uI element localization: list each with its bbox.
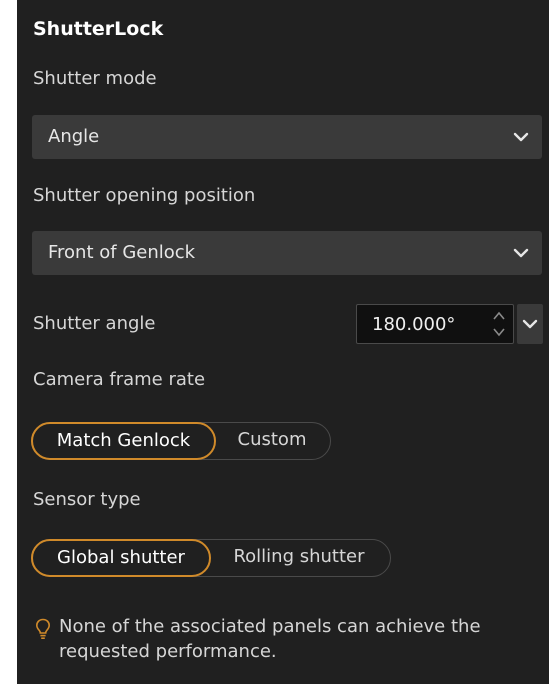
warning-message: None of the associated panels can achiev…	[59, 616, 481, 662]
sensor-type-option-global[interactable]: Global shutter	[31, 539, 211, 577]
chevron-down-icon	[513, 248, 529, 258]
sensor-type-option-rolling[interactable]: Rolling shutter	[214, 539, 384, 577]
stepper-icon[interactable]	[491, 308, 507, 340]
sensor-type-label: Sensor type	[33, 489, 141, 510]
opening-position-value: Front of Genlock	[48, 242, 196, 263]
shutter-angle-dropdown-button[interactable]	[517, 304, 543, 344]
shutter-mode-label: Shutter mode	[33, 68, 157, 89]
chevron-down-icon	[513, 132, 529, 142]
frame-rate-label: Camera frame rate	[33, 369, 206, 390]
frame-rate-option-match-genlock[interactable]: Match Genlock	[31, 422, 216, 460]
shutter-angle-label: Shutter angle	[33, 313, 156, 334]
shutter-angle-value: 180.000°	[372, 314, 456, 335]
opening-position-dropdown[interactable]: Front of Genlock	[32, 231, 542, 275]
frame-rate-option-custom[interactable]: Custom	[220, 422, 324, 460]
shutterlock-panel: ShutterLock Shutter mode Angle Shutter o…	[17, 0, 549, 684]
shutter-mode-value: Angle	[48, 126, 100, 147]
sensor-type-toggle: Global shutter Rolling shutter	[31, 539, 391, 577]
lightbulb-icon	[35, 618, 51, 640]
shutter-angle-input[interactable]: 180.000°	[356, 304, 514, 344]
chevron-down-icon	[522, 319, 538, 329]
shutter-mode-dropdown[interactable]: Angle	[32, 115, 542, 159]
opening-position-label: Shutter opening position	[33, 185, 256, 206]
frame-rate-toggle: Match Genlock Custom	[31, 422, 331, 460]
panel-title: ShutterLock	[33, 18, 164, 40]
